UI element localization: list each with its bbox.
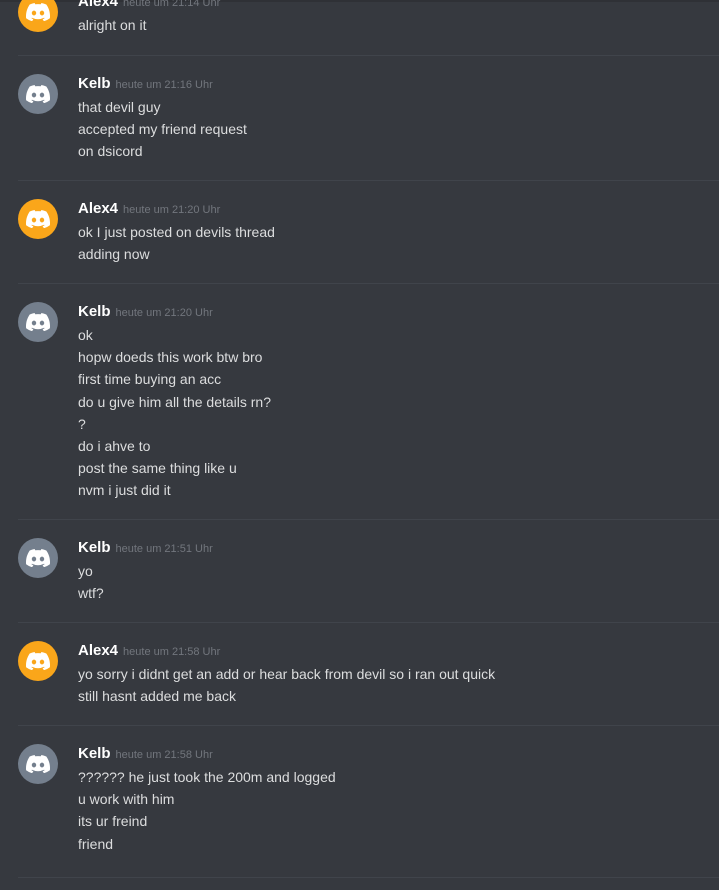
avatar[interactable] <box>18 538 58 578</box>
message-content: ?????? he just took the 200m and logged u… <box>78 766 336 855</box>
author-name[interactable]: Kelb <box>78 745 111 762</box>
timestamp[interactable]: heute um 21:58 Uhr <box>123 646 220 658</box>
timestamp[interactable]: heute um 21:16 Uhr <box>116 79 213 91</box>
avatar[interactable] <box>18 0 58 32</box>
message-content: alright on it <box>78 14 146 36</box>
message-content: ok I just posted on devils thread adding … <box>78 221 275 265</box>
message-line: first time buying an acc <box>78 371 222 388</box>
message-header: Alex4 heute um 21:58 Uhr <box>78 642 220 661</box>
message-line: adding now <box>78 246 150 263</box>
discord-logo-icon <box>26 210 50 228</box>
message-line: u work with him <box>78 791 175 808</box>
message-line: on dsicord <box>78 143 143 160</box>
chat-message-list: Alex4 heute um 21:14 Uhr alright on it Kelb… <box>0 0 719 890</box>
message-divider <box>18 622 719 623</box>
discord-logo-icon <box>26 549 50 567</box>
message-line: ok <box>78 327 93 343</box>
message-header: Kelb heute um 21:16 Uhr <box>78 75 213 94</box>
message-line: do i ahve to <box>78 438 151 455</box>
author-name[interactable]: Kelb <box>78 75 111 92</box>
message-line: ok I just posted on devils thread <box>78 224 275 240</box>
author-name[interactable]: Alex4 <box>78 0 118 10</box>
message-line: that devil guy <box>78 99 161 115</box>
message-content: that devil guy accepted my friend request… <box>78 96 247 163</box>
discord-logo-icon <box>26 85 50 103</box>
message-line: nvm i just did it <box>78 482 171 499</box>
message-divider <box>18 283 719 284</box>
message-line: yo <box>78 563 93 579</box>
timestamp[interactable]: heute um 21:20 Uhr <box>123 204 220 216</box>
message-content: yo wtf? <box>78 560 104 604</box>
timestamp[interactable]: heute um 21:14 Uhr <box>123 0 220 9</box>
message-line: post the same thing like u <box>78 460 237 477</box>
timestamp[interactable]: heute um 21:51 Uhr <box>116 543 213 555</box>
message-header: Alex4 heute um 21:14 Uhr <box>78 0 220 12</box>
author-name[interactable]: Alex4 <box>78 200 118 217</box>
message-line: yo sorry i didnt get an add or hear back… <box>78 666 496 682</box>
message-header: Kelb heute um 21:20 Uhr <box>78 303 213 322</box>
author-name[interactable]: Kelb <box>78 539 111 556</box>
message-divider <box>18 519 719 520</box>
message-line: friend <box>78 835 114 852</box>
avatar[interactable] <box>18 744 58 784</box>
author-name[interactable]: Kelb <box>78 303 111 320</box>
avatar[interactable] <box>18 199 58 239</box>
message-line: still hasnt added me back <box>78 688 236 705</box>
message-header: Alex4 heute um 21:20 Uhr <box>78 200 220 219</box>
timestamp[interactable]: heute um 21:58 Uhr <box>116 749 213 761</box>
message-line: ? <box>78 415 86 432</box>
message-line: hopw doeds this work btw bro <box>78 349 263 366</box>
discord-logo-icon <box>26 755 50 773</box>
timestamp[interactable]: heute um 21:20 Uhr <box>116 307 213 319</box>
message-divider <box>18 725 719 726</box>
discord-logo-icon <box>26 3 50 21</box>
message-divider <box>18 180 719 181</box>
message-line: do u give him all the details rn? <box>78 393 271 410</box>
author-name[interactable]: Alex4 <box>78 642 118 659</box>
discord-logo-icon <box>26 652 50 670</box>
avatar[interactable] <box>18 302 58 342</box>
discord-logo-icon <box>26 313 50 331</box>
message-line: ?????? he just took the 200m and logged <box>78 769 336 785</box>
message-header: Kelb heute um 21:51 Uhr <box>78 539 213 558</box>
message-line: alright on it <box>78 17 147 33</box>
message-line: accepted my friend request <box>78 121 247 138</box>
avatar[interactable] <box>18 74 58 114</box>
avatar[interactable] <box>18 641 58 681</box>
message-divider <box>18 55 719 56</box>
message-content: yo sorry i didnt get an add or hear back… <box>78 663 495 707</box>
message-line: wtf? <box>78 585 104 602</box>
message-divider <box>18 877 719 878</box>
message-content: ok hopw doeds this work btw bro first time… <box>78 324 271 502</box>
message-header: Kelb heute um 21:58 Uhr <box>78 745 213 764</box>
message-line: its ur freind <box>78 813 148 830</box>
